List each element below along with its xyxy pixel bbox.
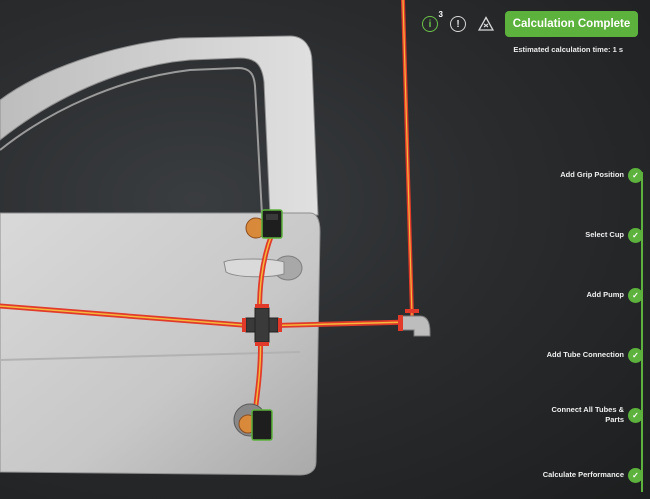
info-button[interactable]: i 3 bbox=[422, 10, 443, 32]
check-icon: ✓ bbox=[628, 467, 643, 483]
step-add-grip-position[interactable]: Add Grip Position ✓ bbox=[560, 167, 643, 183]
warning-icon: ! bbox=[456, 18, 460, 30]
step-add-tube-connection[interactable]: Add Tube Connection ✓ bbox=[546, 347, 643, 363]
step-select-cup[interactable]: Select Cup ✓ bbox=[585, 227, 643, 243]
step-calculate-performance[interactable]: Calculate Performance ✓ bbox=[542, 467, 643, 483]
step-label: Add Tube Connection bbox=[546, 350, 624, 359]
estimated-calculation-time: Estimated calculation time: 1 s bbox=[513, 45, 623, 54]
step-label-line1: Connect All Tubes & bbox=[551, 405, 624, 414]
step-label-line2: Parts bbox=[605, 415, 624, 424]
check-icon: ✓ bbox=[628, 287, 643, 303]
warning-button[interactable]: ! bbox=[450, 16, 466, 32]
calculation-complete-button[interactable]: Calculation Complete bbox=[505, 11, 638, 37]
steps-progress-line bbox=[641, 172, 643, 492]
check-icon: ✓ bbox=[628, 407, 643, 423]
step-label: Add Grip Position bbox=[560, 170, 624, 179]
step-label: Select Cup bbox=[585, 230, 624, 239]
elbow-connector[interactable] bbox=[398, 309, 431, 337]
step-add-pump[interactable]: Add Pump ✓ bbox=[587, 287, 643, 303]
door-window-frame bbox=[0, 35, 319, 216]
check-icon: ✓ bbox=[628, 347, 643, 363]
step-label: Calculate Performance bbox=[542, 470, 624, 479]
check-icon: ✓ bbox=[628, 167, 643, 183]
step-label: Add Pump bbox=[586, 290, 625, 299]
top-toolbar: i 3 ! bbox=[422, 10, 495, 37]
info-badge: 3 bbox=[438, 10, 443, 19]
info-icon: i bbox=[428, 18, 432, 30]
step-connect-all-tubes-parts[interactable]: Connect All Tubes & Parts ✓ bbox=[551, 404, 643, 426]
error-button[interactable] bbox=[477, 16, 495, 32]
step-label: Connect All Tubes & Parts bbox=[551, 405, 624, 425]
triangle-warning-icon bbox=[477, 16, 495, 31]
check-icon: ✓ bbox=[628, 227, 643, 243]
